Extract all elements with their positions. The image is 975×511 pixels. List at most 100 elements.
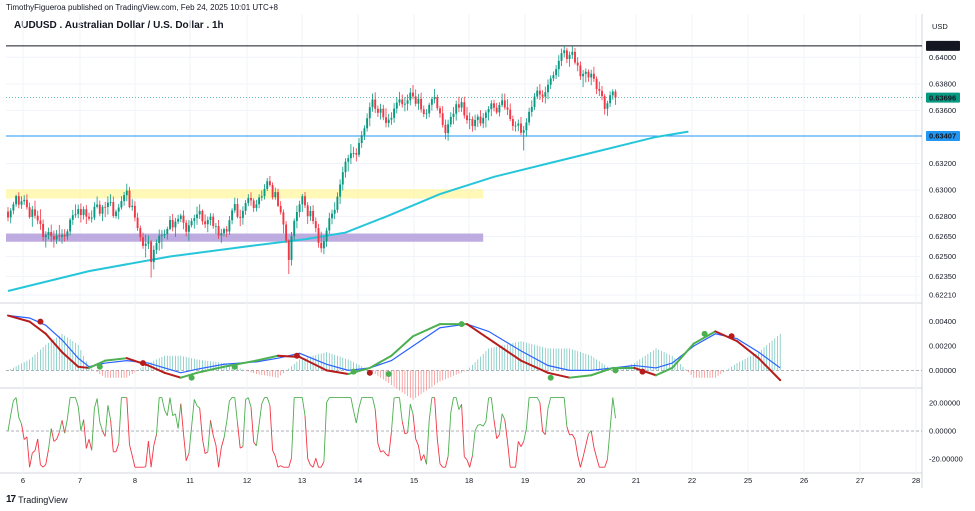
candle-body xyxy=(88,216,90,219)
rsi-segment xyxy=(220,437,225,448)
buy-signal-dot xyxy=(350,368,357,375)
rsi-segment xyxy=(474,424,479,431)
candle-body xyxy=(576,62,579,66)
candle xyxy=(371,93,374,112)
candle-body xyxy=(58,235,61,237)
candle xyxy=(503,93,506,110)
candle xyxy=(15,194,18,207)
rsi-segment xyxy=(45,449,49,465)
rsi-segment xyxy=(517,441,522,447)
rsi-segment xyxy=(380,450,384,453)
candle xyxy=(568,51,571,67)
price-tick-label: 0.62350 xyxy=(929,272,956,281)
rsi-segment xyxy=(145,441,149,467)
candle xyxy=(125,183,128,202)
candle-body xyxy=(69,219,72,232)
candle xyxy=(385,108,387,128)
rsi-segment xyxy=(277,465,281,468)
candle-body xyxy=(112,202,115,216)
buy-signal-dot xyxy=(231,363,238,370)
candle xyxy=(487,106,490,121)
candle-body xyxy=(231,210,234,221)
candle-body xyxy=(198,210,201,215)
rsi-segment xyxy=(99,421,103,432)
oscillator-slow-segment xyxy=(325,369,350,376)
candle-body xyxy=(142,237,144,246)
candle xyxy=(406,94,409,111)
candle xyxy=(287,239,290,275)
candle xyxy=(514,121,517,132)
candle-body xyxy=(77,209,80,215)
candle xyxy=(560,48,563,67)
candle-body xyxy=(258,197,261,205)
candle xyxy=(136,212,139,231)
candle xyxy=(447,119,450,141)
rsi-segment xyxy=(539,402,544,432)
rsi-segment xyxy=(226,400,230,422)
candle-body xyxy=(9,210,12,218)
candle-body xyxy=(169,219,171,230)
buy-signal-dot xyxy=(547,374,554,381)
candle-body xyxy=(309,210,312,217)
candle xyxy=(233,197,236,213)
candle-body xyxy=(436,96,439,109)
candle-body xyxy=(17,196,20,205)
candle xyxy=(611,89,614,100)
candle xyxy=(152,245,155,270)
candle-body xyxy=(96,204,99,207)
rsi-segment xyxy=(326,397,330,403)
oscillator-tick-label: 0.00000 xyxy=(929,366,956,375)
candle xyxy=(555,65,558,80)
candle xyxy=(422,105,425,118)
candle-body xyxy=(574,51,576,63)
candle-body xyxy=(79,209,82,216)
candle xyxy=(344,158,347,178)
oscillator-tick-label: 0.00200 xyxy=(929,342,956,351)
rsi-segment xyxy=(37,438,41,465)
candle-body xyxy=(47,231,50,235)
candle xyxy=(614,89,617,105)
rsi-segment xyxy=(482,421,487,427)
rsi-segment xyxy=(223,421,228,439)
candle-body xyxy=(196,214,198,219)
candle-body xyxy=(204,221,207,225)
rsi-segment xyxy=(515,441,519,468)
rsi-segment xyxy=(15,397,20,418)
rsi-segment xyxy=(177,403,182,429)
rsi-segment xyxy=(174,413,179,429)
candle-body xyxy=(174,221,177,228)
rsi-segment xyxy=(7,414,12,432)
rsi-segment xyxy=(191,399,195,427)
rsi-segment xyxy=(507,441,511,468)
candle xyxy=(112,196,115,218)
candle xyxy=(214,223,217,234)
candle xyxy=(517,119,520,132)
rsi-segment xyxy=(66,397,71,419)
rsi-segment xyxy=(423,454,427,465)
candle xyxy=(115,209,117,219)
candle-body xyxy=(123,195,126,202)
candle-body xyxy=(506,107,509,110)
candle-body xyxy=(39,220,42,224)
tradingview-brand[interactable]: 17 TradingView xyxy=(6,494,68,505)
candle-body xyxy=(233,204,236,211)
candle-body xyxy=(34,209,36,216)
candle-body xyxy=(244,203,247,211)
candle-body xyxy=(447,124,450,134)
candle xyxy=(433,89,436,104)
candle-body xyxy=(487,109,490,113)
price-tick-label: 0.63800 xyxy=(929,79,956,88)
candle-body xyxy=(82,209,85,216)
candle-body xyxy=(104,206,107,208)
candle-body xyxy=(358,143,360,155)
chart-canvas[interactable]: 0.64000 0.63800 0.63600 0.63200 0.63000 0.628… xyxy=(0,0,975,511)
time-tick-label: 21 xyxy=(632,476,640,485)
rsi-segment xyxy=(26,436,31,468)
price-tick-label: 0.63600 xyxy=(929,106,956,115)
rsi-segment xyxy=(31,450,36,454)
rsi-segment xyxy=(261,397,265,404)
candle-body xyxy=(228,220,231,232)
candle-body xyxy=(279,205,282,213)
rsi-segment xyxy=(374,409,379,444)
candle-body xyxy=(403,103,406,105)
